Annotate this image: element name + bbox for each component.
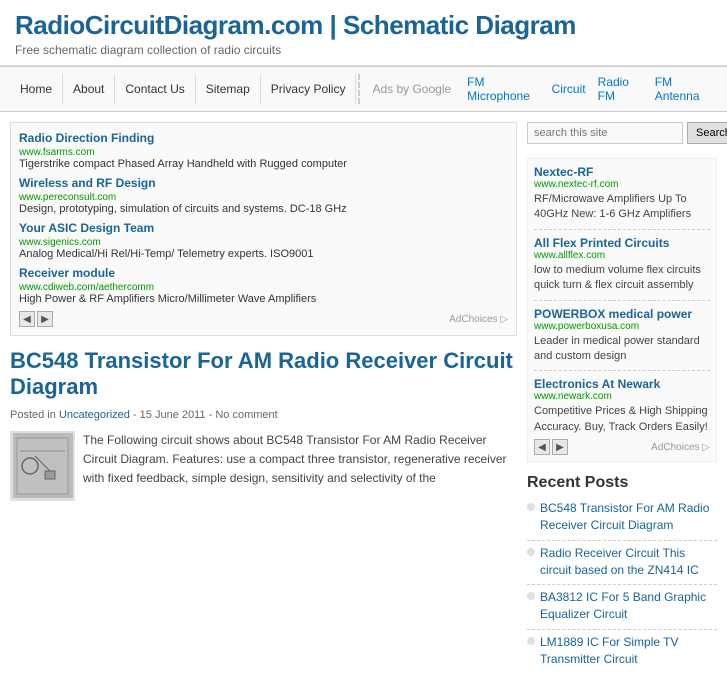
- meta-posted-label: Posted in: [10, 409, 56, 421]
- article-body: The Following circuit shows about BC548 …: [10, 431, 517, 489]
- sidebar-ad-link-1[interactable]: All Flex Printed Circuits: [534, 236, 710, 250]
- ad-url-1: www.pereconsult.com: [19, 192, 116, 203]
- sidebar-ad-link-3[interactable]: Electronics At Newark: [534, 377, 710, 391]
- sidebar-ad-url-2: www.powerboxusa.com: [534, 321, 710, 332]
- sidebar-ad-desc-1: low to medium volume flex circuits quick…: [534, 263, 710, 294]
- ad-desc-1: Design, prototyping, simulation of circu…: [19, 203, 508, 215]
- ad-footer: ◀ ▶ AdChoices ▷: [19, 311, 508, 327]
- sidebar-ad-url-0: www.nextec-rf.com: [534, 179, 710, 190]
- meta-category-link[interactable]: Uncategorized: [59, 409, 130, 421]
- sidebar-ad-0: Nextec-RF www.nextec-rf.com RF/Microwave…: [534, 165, 710, 223]
- ad-desc-0: Tigerstrike compact Phased Array Handhel…: [19, 158, 508, 170]
- nav-divider: [358, 74, 360, 104]
- sidebar-ad-url-3: www.newark.com: [534, 391, 710, 402]
- sidebar-sep-0: [534, 229, 710, 230]
- sidebar-ad-footer: ◀ ▶ AdChoices ▷: [534, 439, 710, 455]
- main-ad-block: Radio Direction Finding www.fsarms.com T…: [10, 122, 517, 336]
- meta-comment: No comment: [215, 409, 277, 421]
- recent-post-link-3[interactable]: LM1889 IC For Simple TV Transmitter Circ…: [540, 634, 717, 668]
- nav-ads-label: Ads by Google: [362, 74, 461, 104]
- recent-post-dot-3: [527, 637, 535, 645]
- recent-post-dot-0: [527, 503, 535, 511]
- ad-next-button[interactable]: ▶: [37, 311, 53, 327]
- sidebar-ad-1: All Flex Printed Circuits www.allflex.co…: [534, 236, 710, 294]
- article-title: BC548 Transistor For AM Radio Receiver C…: [10, 348, 517, 401]
- main-content: Radio Direction Finding www.fsarms.com T…: [10, 122, 517, 674]
- ad-desc-3: High Power & RF Amplifiers Micro/Millime…: [19, 293, 508, 305]
- sidebar-ad-nav-buttons: ◀ ▶: [534, 439, 568, 455]
- sidebar-ad-prev-button[interactable]: ◀: [534, 439, 550, 455]
- article-body-text: The Following circuit shows about BC548 …: [83, 433, 507, 485]
- meta-dash: -: [133, 409, 140, 421]
- search-button[interactable]: Search: [687, 122, 727, 144]
- site-subtitle: Free schematic diagram collection of rad…: [15, 43, 712, 57]
- nav-privacy[interactable]: Privacy Policy: [261, 74, 357, 104]
- nav-home[interactable]: Home: [10, 74, 63, 104]
- nav-ad-radio-fm[interactable]: Radio FM: [592, 67, 649, 111]
- search-input[interactable]: [527, 122, 683, 144]
- recent-post-link-0[interactable]: BC548 Transistor For AM Radio Receiver C…: [540, 500, 717, 534]
- ad-entry-1: Wireless and RF Design www.pereconsult.c…: [19, 176, 508, 215]
- article-meta: Posted in Uncategorized - 15 June 2011 -…: [10, 409, 517, 421]
- sidebar-ad-choices-label: AdChoices ▷: [651, 442, 710, 453]
- sidebar-ad-3: Electronics At Newark www.newark.com Com…: [534, 377, 710, 435]
- ad-link-0[interactable]: Radio Direction Finding: [19, 131, 508, 145]
- meta-date: 15 June 2011: [140, 409, 206, 421]
- sidebar-ad-block: Nextec-RF www.nextec-rf.com RF/Microwave…: [527, 158, 717, 462]
- article-thumbnail: [10, 431, 75, 501]
- ad-entry-3: Receiver module www.cdiweb.com/aethercom…: [19, 266, 508, 305]
- sidebar-ad-link-0[interactable]: Nextec-RF: [534, 165, 710, 179]
- recent-post-sep-0: [527, 540, 717, 541]
- nav-about[interactable]: About: [63, 74, 115, 104]
- recent-post-dot-1: [527, 548, 535, 556]
- recent-post-link-1[interactable]: Radio Receiver Circuit This circuit base…: [540, 545, 717, 579]
- ad-desc-2: Analog Medical/Hi Rel/Hi-Temp/ Telemetry…: [19, 248, 508, 260]
- sidebar-ad-desc-3: Competitive Prices & High Shipping Accur…: [534, 404, 710, 435]
- ad-url-0: www.fsarms.com: [19, 147, 95, 158]
- recent-post-item-1: Radio Receiver Circuit This circuit base…: [527, 545, 717, 579]
- recent-post-dot-2: [527, 592, 535, 600]
- nav-ad-circuit[interactable]: Circuit: [546, 74, 592, 104]
- recent-post-sep-1: [527, 584, 717, 585]
- recent-post-item-2: BA3812 IC For 5 Band Graphic Equalizer C…: [527, 589, 717, 623]
- article-thumb-image: [13, 433, 73, 498]
- ad-url-2: www.sigenics.com: [19, 237, 101, 248]
- nav-contact[interactable]: Contact Us: [115, 74, 195, 104]
- page-layout: Radio Direction Finding www.fsarms.com T…: [0, 112, 727, 684]
- site-title: RadioCircuitDiagram.com | Schematic Diag…: [15, 10, 712, 41]
- ad-link-2[interactable]: Your ASIC Design Team: [19, 221, 508, 235]
- sidebar-sep-1: [534, 300, 710, 301]
- ad-nav-buttons: ◀ ▶: [19, 311, 53, 327]
- ad-link-1[interactable]: Wireless and RF Design: [19, 176, 508, 190]
- ad-entry-2: Your ASIC Design Team www.sigenics.com A…: [19, 221, 508, 260]
- sidebar-ad-desc-0: RF/Microwave Amplifiers Up To 40GHz New:…: [534, 192, 710, 223]
- sidebar: Search Nextec-RF www.nextec-rf.com RF/Mi…: [527, 122, 717, 674]
- nav-bar: Home About Contact Us Sitemap Privacy Po…: [0, 66, 727, 112]
- recent-posts-title: Recent Posts: [527, 474, 717, 492]
- article: BC548 Transistor For AM Radio Receiver C…: [10, 348, 517, 488]
- nav-sitemap[interactable]: Sitemap: [196, 74, 261, 104]
- ad-link-3[interactable]: Receiver module: [19, 266, 508, 280]
- sidebar-ad-url-1: www.allflex.com: [534, 250, 710, 261]
- recent-post-item-3: LM1889 IC For Simple TV Transmitter Circ…: [527, 634, 717, 668]
- sidebar-search: Search: [527, 122, 717, 144]
- recent-post-sep-2: [527, 629, 717, 630]
- sidebar-ad-next-button[interactable]: ▶: [552, 439, 568, 455]
- ad-prev-button[interactable]: ◀: [19, 311, 35, 327]
- recent-posts-section: Recent Posts BC548 Transistor For AM Rad…: [527, 474, 717, 667]
- recent-post-item-0: BC548 Transistor For AM Radio Receiver C…: [527, 500, 717, 534]
- ad-choices-label: AdChoices ▷: [449, 314, 508, 325]
- nav-ad-fm-microphone[interactable]: FM Microphone: [461, 67, 545, 111]
- nav-ad-fm-antenna[interactable]: FM Antenna: [649, 67, 717, 111]
- sidebar-ad-2: POWERBOX medical power www.powerboxusa.c…: [534, 307, 710, 365]
- sidebar-sep-2: [534, 370, 710, 371]
- page-header: RadioCircuitDiagram.com | Schematic Diag…: [0, 0, 727, 66]
- ad-url-3: www.cdiweb.com/aethercomm: [19, 282, 154, 293]
- sidebar-ad-link-2[interactable]: POWERBOX medical power: [534, 307, 710, 321]
- sidebar-ad-desc-2: Leader in medical power standard and cus…: [534, 334, 710, 365]
- ad-entry-0: Radio Direction Finding www.fsarms.com T…: [19, 131, 508, 170]
- recent-post-link-2[interactable]: BA3812 IC For 5 Band Graphic Equalizer C…: [540, 589, 717, 623]
